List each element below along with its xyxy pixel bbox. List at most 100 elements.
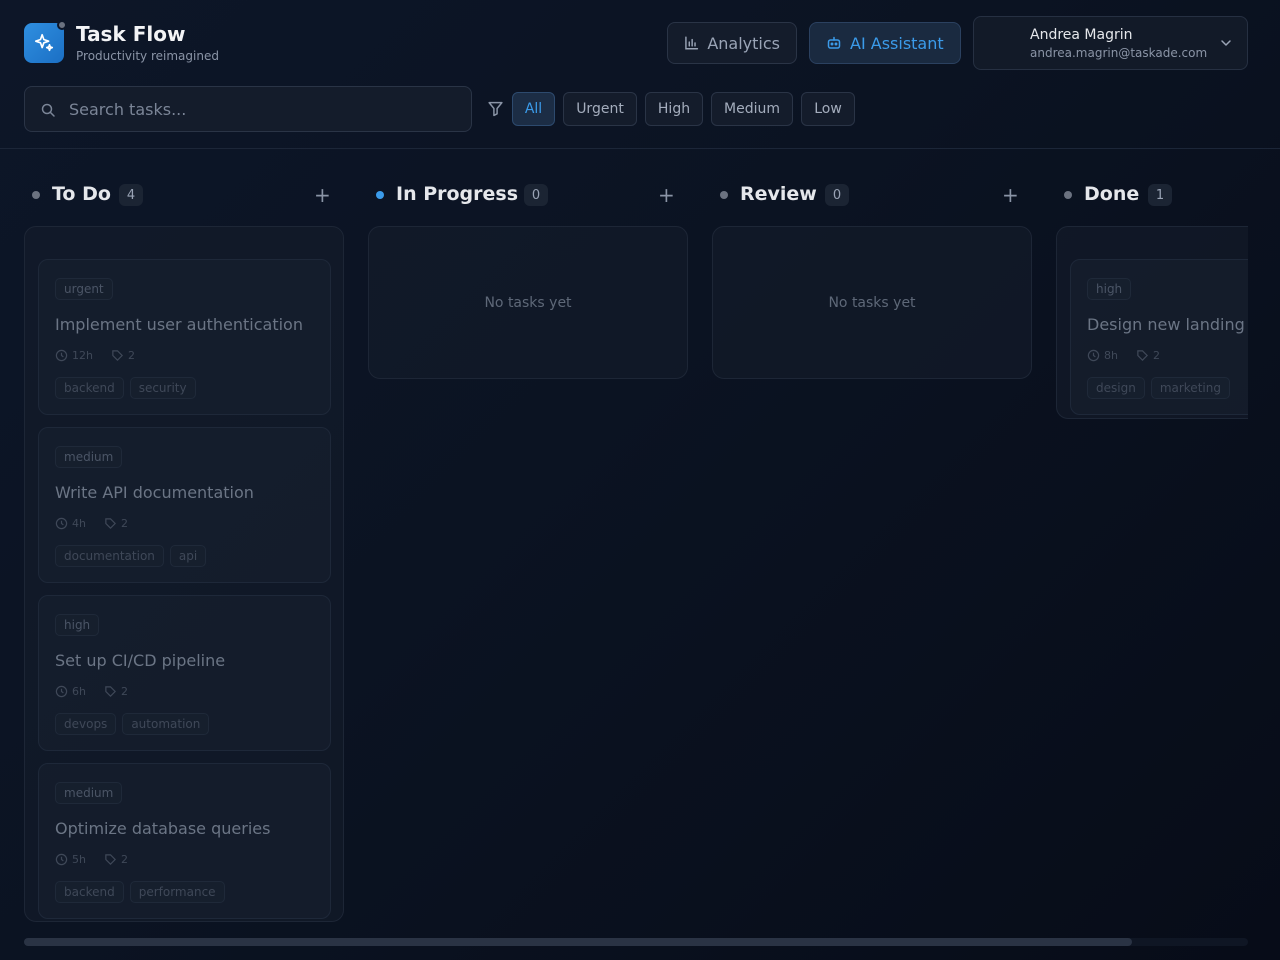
task-meta: 6h 2	[55, 685, 128, 698]
user-menu[interactable]: Andrea Magrin andrea.magrin@taskade.com	[973, 16, 1248, 70]
column-done: high Design new landing 8h 2 design mark…	[1056, 226, 1248, 419]
filter-urgent[interactable]: Urgent	[563, 92, 637, 126]
column-status-dot	[1064, 191, 1072, 199]
task-tag: backend	[55, 377, 124, 399]
bot-icon	[827, 36, 841, 49]
filter-icon	[488, 101, 503, 117]
analytics-label: Analytics	[707, 33, 780, 53]
task-tag-count: 2	[120, 517, 128, 530]
column-status-dot	[720, 191, 728, 199]
column-title: Review	[740, 183, 817, 205]
filter-medium[interactable]: Medium	[711, 92, 793, 126]
task-tag: design	[1087, 377, 1145, 399]
task-hours: 8h	[1104, 349, 1118, 362]
clock-icon	[55, 853, 68, 866]
task-tag-count: 2	[127, 349, 135, 362]
priority-badge: high	[55, 614, 100, 636]
task-tag-count: 2	[1152, 349, 1160, 362]
column-title: In Progress	[396, 183, 519, 205]
task-tag: security	[129, 377, 196, 399]
clock-icon	[1087, 349, 1100, 362]
tag-icon	[1137, 350, 1148, 361]
task-card[interactable]: medium Write API documentation 4h 2 docu…	[38, 427, 331, 583]
horizontal-scrollbar-thumb[interactable]	[24, 938, 1132, 946]
task-tag: api	[169, 545, 207, 567]
column-count-badge: 4	[119, 184, 143, 206]
app-logo[interactable]	[24, 20, 67, 63]
priority-badge: high	[1087, 278, 1132, 300]
tag-icon	[112, 350, 123, 361]
task-card[interactable]: high Design new landing 8h 2 design mark…	[1070, 259, 1248, 415]
filter-high[interactable]: High	[645, 92, 703, 126]
task-tag-count: 2	[120, 685, 128, 698]
task-tag: performance	[129, 881, 225, 903]
task-card[interactable]: high Set up CI/CD pipeline 6h 2 devops a…	[38, 595, 331, 751]
app-subtitle: Productivity reimagined	[76, 49, 219, 63]
clock-icon	[55, 517, 68, 530]
bar-chart-icon	[685, 36, 699, 50]
task-tag-count: 2	[120, 853, 128, 866]
task-tag: marketing	[1150, 377, 1230, 399]
task-tags: backend performance	[55, 881, 225, 903]
analytics-button[interactable]: Analytics	[667, 22, 797, 64]
search-icon	[41, 103, 55, 117]
task-title: Write API documentation	[55, 483, 254, 502]
task-tag: devops	[55, 713, 117, 735]
filter-low[interactable]: Low	[801, 92, 855, 126]
task-tags: documentation api	[55, 545, 207, 567]
column-title: Done	[1084, 183, 1140, 205]
task-tags: backend security	[55, 377, 196, 399]
task-tag: backend	[55, 881, 124, 903]
task-hours: 12h	[72, 349, 93, 362]
column-review: No tasks yet	[712, 226, 1032, 379]
clock-icon	[55, 349, 68, 362]
task-title: Optimize database queries	[55, 819, 271, 838]
user-name: Andrea Magrin	[1030, 27, 1133, 43]
priority-badge: medium	[55, 446, 123, 468]
tag-icon	[105, 686, 116, 697]
column-status-dot	[32, 191, 40, 199]
status-dot	[57, 20, 67, 30]
add-task-button[interactable]: +	[658, 185, 675, 205]
column-header-done: Done 1	[1064, 182, 1248, 208]
task-hours: 4h	[72, 517, 86, 530]
task-meta: 5h 2	[55, 853, 128, 866]
task-title: Implement user authentication	[55, 315, 303, 334]
task-card[interactable]: medium Optimize database queries 5h 2 ba…	[38, 763, 331, 919]
task-tag: automation	[122, 713, 210, 735]
header: Task Flow Productivity reimagined Analyt…	[0, 0, 1280, 149]
app-title: Task Flow	[76, 22, 186, 46]
task-meta: 8h 2	[1087, 349, 1160, 362]
task-tags: devops automation	[55, 713, 210, 735]
task-title: Design new landing	[1087, 315, 1245, 334]
task-card[interactable]: urgent Implement user authentication 12h…	[38, 259, 331, 415]
add-task-button[interactable]: +	[1002, 185, 1019, 205]
add-task-button[interactable]: +	[314, 185, 331, 205]
column-in-progress: No tasks yet	[368, 226, 688, 379]
ai-assistant-label: AI Assistant	[850, 33, 944, 53]
search-input[interactable]	[69, 97, 459, 121]
tag-icon	[105, 518, 116, 529]
column-status-dot	[376, 191, 384, 199]
task-tags: design marketing	[1087, 377, 1230, 399]
empty-state: No tasks yet	[828, 295, 916, 311]
column-count-badge: 0	[825, 184, 849, 206]
sparkles-icon	[34, 33, 54, 52]
column-header-review: Review 0 +	[720, 182, 1024, 208]
priority-badge: urgent	[55, 278, 113, 300]
column-count-badge: 0	[524, 184, 548, 206]
task-meta: 12h 2	[55, 349, 135, 362]
chevron-down-icon[interactable]	[1219, 36, 1233, 50]
task-hours: 6h	[72, 685, 86, 698]
task-title: Set up CI/CD pipeline	[55, 651, 226, 670]
filter-all[interactable]: All	[512, 92, 555, 126]
column-todo: urgent Implement user authentication 12h…	[24, 226, 344, 922]
search-box[interactable]	[24, 86, 472, 132]
task-tag: documentation	[55, 545, 164, 567]
column-title: To Do	[52, 183, 111, 205]
priority-badge: medium	[55, 782, 123, 804]
user-email: andrea.magrin@taskade.com	[1030, 46, 1208, 60]
ai-assistant-button[interactable]: AI Assistant	[809, 22, 961, 64]
column-count-badge: 1	[1148, 184, 1172, 206]
task-hours: 5h	[72, 853, 86, 866]
